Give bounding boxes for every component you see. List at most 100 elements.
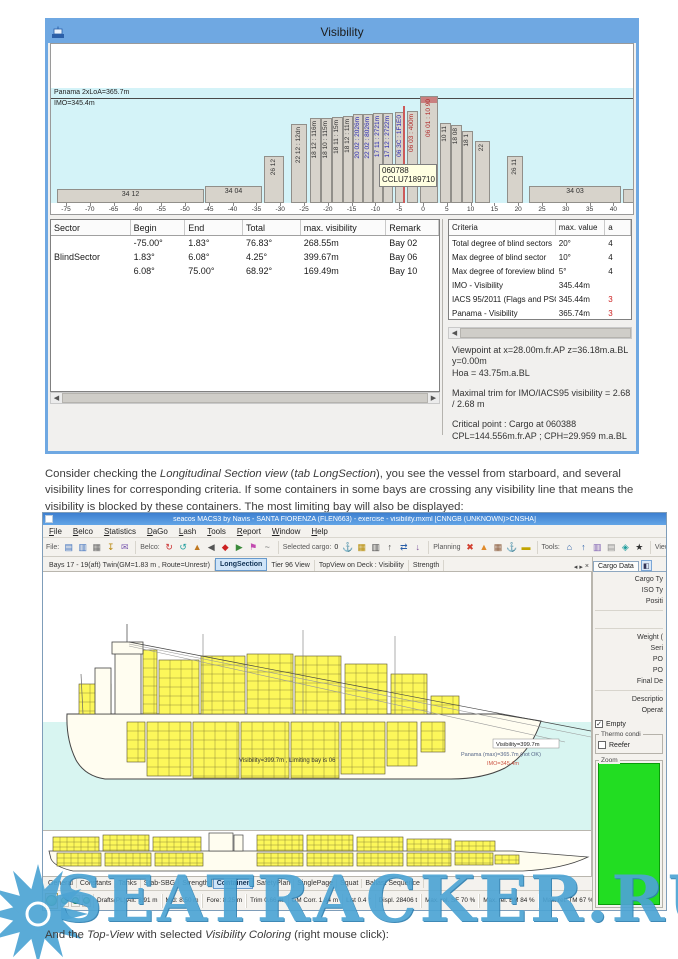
tab-bays-17-19-aft-twin-gm-1-83-m-route-unrestr-[interactable]: Bays 17 - 19(aft) Twin(GM=1.83 m , Route… [45,560,215,571]
column-header[interactable]: Sector [51,220,131,235]
tab-singlepage[interactable]: SinglePage [294,879,337,888]
bay-stack-bar[interactable]: 17 11 : 2721m [373,113,383,203]
bay-stack-bar[interactable]: 06 03 : 400m [407,111,418,203]
book-icon[interactable]: ▥ [591,541,604,554]
table-row[interactable]: BlindSector1.83°6.08°4.25°399.67mBay 06 [51,250,439,264]
lift-icon[interactable]: ↑ [383,541,396,554]
crane-icon[interactable]: ⚓ [341,541,354,554]
bay-stack-bar[interactable]: 22 02 : 8026m [363,114,373,203]
tab-container[interactable]: Container [213,878,254,889]
refresh-icon[interactable]: ↻ [163,541,176,554]
column-header[interactable]: Total [243,220,301,235]
stack-icon[interactable]: ▥ [369,541,382,554]
menu-file[interactable]: File [49,527,62,536]
column-header[interactable]: a [605,220,631,235]
bay-stack-bar[interactable]: 26 12 [264,156,284,203]
tab-nav-icon[interactable]: × [585,563,589,571]
layers-icon[interactable]: ▤ [605,541,618,554]
menu-report[interactable]: Report [237,527,261,536]
wave-icon[interactable]: ~ [261,541,274,554]
tab-longsection[interactable]: LongSection [215,558,267,571]
bay-stack-bar[interactable]: 18 10 : 115m [321,118,332,203]
bay-stack-bar[interactable]: 34 12 [57,189,204,203]
mail-icon[interactable]: ✉ [118,541,131,554]
column-header[interactable]: max. visibility [301,220,387,235]
cone-icon[interactable]: ▲ [478,541,491,554]
flag-icon[interactable]: ⚑ [247,541,260,554]
sector-table-hscrollbar[interactable]: ◀ ▶ [50,392,440,404]
table-row[interactable]: Panama - Visibility365.74m3 [449,306,631,320]
table-row[interactable]: IACS 95/2011 (Flags and PSC)345.44m3 [449,292,631,306]
table-row[interactable]: IMO - Visibility345.44m [449,278,631,292]
tab-squat[interactable]: Squat [337,879,362,888]
tab-strength[interactable]: Strength [409,560,444,571]
stop-icon[interactable]: ◆ [219,541,232,554]
scrollbar-thumb[interactable] [62,393,428,403]
scroll-left-icon[interactable]: ◀ [449,328,460,338]
bay-stack-bar[interactable] [623,189,634,203]
table-row[interactable]: Total degree of blind sectors20°4 [449,236,631,250]
up-icon[interactable]: ▲ [191,541,204,554]
schedule-icon[interactable]: ▬ [520,541,533,554]
error-icon[interactable]: ✖ [464,541,477,554]
bay-stack-bar[interactable]: 22 12 : 12dn [291,124,307,203]
column-header[interactable]: max. value [556,220,605,235]
play-icon[interactable]: ▶ [233,541,246,554]
panel-toggle-icon[interactable]: ◧ [641,560,652,571]
bay-stack-bar[interactable]: 18 12 : 11m [343,116,353,203]
menu-window[interactable]: Window [272,527,300,536]
tab-safetyplan[interactable]: SafetyPlan [253,879,294,888]
sync-icon[interactable]: ↺ [177,541,190,554]
print-icon[interactable]: ▦ [90,541,103,554]
zoom-minimap[interactable] [598,763,660,905]
reefer-checkbox[interactable] [598,741,606,749]
export-icon[interactable]: ↧ [104,541,117,554]
tab-ballast-sequence[interactable]: Ballast Sequence [362,879,423,888]
tab-nav-icon[interactable]: ◂ [574,563,578,571]
tab-general[interactable]: General [45,879,77,888]
criteria-table-hscrollbar[interactable]: ◀ [448,327,632,339]
tab-stab-sbg[interactable]: Stab-SBG [141,879,180,888]
column-header[interactable]: Criteria [449,220,556,235]
dialog-titlebar[interactable]: Visibility [48,21,636,43]
discharge-icon[interactable]: ↓ [411,541,424,554]
tab-tanks[interactable]: Tanks [115,879,140,888]
scrollbar-thumb[interactable] [460,328,631,338]
column-header[interactable]: End [185,220,243,235]
column-header[interactable]: Remark [386,220,439,235]
bay-stack-bar[interactable]: 18 1 [462,131,473,203]
table-row[interactable]: Max degree of foreview blind sector5°4 [449,264,631,278]
menu-belco[interactable]: Belco [73,527,93,536]
anchor-icon[interactable]: ⚓ [506,541,519,554]
tab-nav-icon[interactable]: ▸ [579,563,583,571]
label-icon[interactable]: ◈ [619,541,632,554]
bay-stack-bar[interactable]: 18 08 [451,125,462,203]
sun-icon[interactable]: ★ [633,541,646,554]
scroll-left-icon[interactable]: ◀ [51,393,62,403]
menu-lash[interactable]: Lash [179,527,196,536]
bay-stack-bar[interactable]: 10 11 [440,123,451,203]
bay-stack-bar[interactable]: 20 02 : 2026m [353,114,363,203]
shift-icon[interactable]: ⇄ [397,541,410,554]
bay-stack-bar[interactable]: 22 [475,141,490,203]
longsection-view[interactable]: Visibility=399.7m , Limiting bay is 06 V… [43,572,592,830]
table-row[interactable]: Max degree of blind sector10°4 [449,250,631,264]
save-icon[interactable]: ▤ [62,541,75,554]
tab-tier-96-view[interactable]: Tier 96 View [267,560,315,571]
app-titlebar[interactable]: seacos MACS3 by Navis - SANTA FIORENZA (… [43,513,666,525]
menu-tools[interactable]: Tools [207,527,226,536]
menu-statistics[interactable]: Statistics [104,527,136,536]
upload-icon[interactable]: ↑ [577,541,590,554]
table-row[interactable]: 6.08°75.00°68.92°169.49mBay 10 [51,264,439,278]
tab-strength[interactable]: Strength [179,879,212,888]
bay-stack-bar[interactable]: 26 11 [507,156,523,203]
bay-grid-icon[interactable]: ▦ [355,541,368,554]
column-header[interactable]: Begin [131,220,186,235]
bay-stack-bar[interactable]: 34 04 [205,186,262,203]
back-icon[interactable]: ◀ [205,541,218,554]
scroll-right-icon[interactable]: ▶ [428,393,439,403]
home-icon[interactable]: ⌂ [563,541,576,554]
vessel-overview-strip[interactable] [43,830,592,876]
bay-stack-bar[interactable]: 17 12 : 2722m [383,113,393,203]
save-all-icon[interactable]: ▥ [76,541,89,554]
